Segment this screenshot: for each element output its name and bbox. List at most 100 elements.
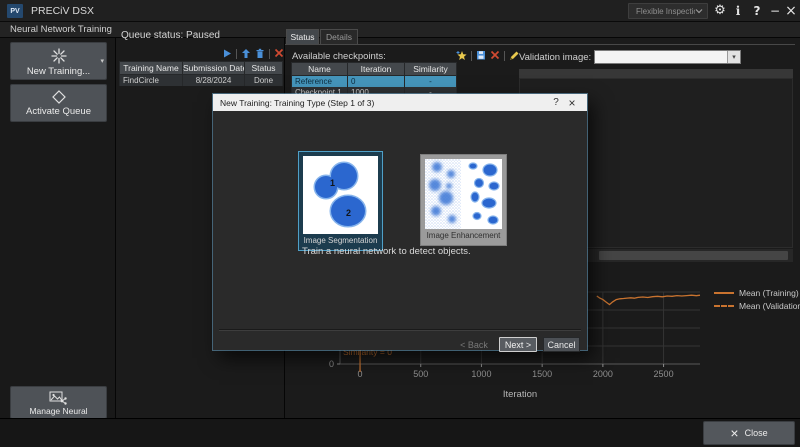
svg-text:500: 500 [413,369,428,379]
svg-text:1500: 1500 [532,369,552,379]
column-header: Similarity [405,63,457,76]
mode-select-value: Flexible Inspection [636,7,695,16]
validation-image-value [595,51,727,63]
chart-legend: Mean (Training) Mean (Validation) [714,286,800,312]
bottom-bar [0,418,800,447]
blob-label-2: 2 [346,208,351,218]
legend-item-training: Mean (Training) [714,286,800,299]
cancel-button[interactable]: Cancel [543,337,580,352]
queue-table: Training Name Submission Date Status Fin… [119,61,283,86]
dialog-help-button[interactable]: ? [548,97,564,108]
tab-details[interactable]: Details [320,29,358,44]
dialog-buttons: < Back Next > Cancel [455,337,580,352]
diamond-icon [52,90,66,104]
queue-status-label: Queue status: Paused [121,30,220,41]
manage-networks-icon [49,391,68,405]
svg-text:2000: 2000 [593,369,613,379]
info-icon[interactable]: i [731,0,745,22]
image-area-header [519,69,793,78]
column-header: Submission Date [183,62,245,75]
option-image-enhancement[interactable]: Image Enhancement [420,154,507,246]
toolbar-separator [269,49,270,59]
app-logo: PV [7,4,23,18]
checkpoint-save-icon[interactable] [476,50,486,61]
legend-item-validation: Mean (Validation) [714,299,800,312]
next-button[interactable]: Next > [499,337,537,352]
toolbar-separator [236,49,237,59]
back-button[interactable]: < Back [455,337,493,352]
queue-table-row[interactable]: FindCircle 8/28/2024 Done [120,75,283,86]
tab-details-label: Details [326,32,352,42]
close-button-label: Close [745,428,768,438]
checkpoint-table-header: Name Iteration Similarity [292,63,457,76]
column-header: Status [245,62,283,75]
new-training-spark-icon [50,48,68,64]
tab-status[interactable]: Status [286,29,319,44]
dialog-title: New Training: Training Type (Step 1 of 3… [220,98,548,108]
cell-submission-date: 8/28/2024 [183,75,245,86]
new-training-button[interactable]: New Training... ▾ [10,42,107,80]
checkpoint-delete-icon[interactable] [490,50,500,61]
toolbar-separator [504,51,505,61]
help-icon[interactable]: ? [749,0,765,22]
legend-dashed-line [714,305,734,307]
dialog-titlebar: New Training: Training Type (Step 1 of 3… [213,94,587,111]
svg-text:0: 0 [329,359,334,369]
manage-networks-button[interactable]: Manage Neural Networks... [10,386,107,419]
svg-text:2500: 2500 [654,369,674,379]
tab-status-label: Status [290,32,314,42]
window-close-button[interactable]: × [783,0,799,22]
validation-image-label: Validation image: [519,52,591,63]
close-button[interactable]: × Close [703,421,795,445]
window-label: Neural Network Training [10,22,112,38]
column-header: Name [292,63,348,76]
legend-solid-line [714,292,734,294]
settings-gear-icon[interactable]: ⚙ [711,0,729,22]
activate-queue-button[interactable]: Activate Queue [10,84,107,122]
queue-start-icon[interactable] [222,48,232,59]
checkpoint-row-reference[interactable]: Reference 0 - [292,76,457,87]
validation-image-select[interactable]: ▾ [594,50,741,64]
image-segmentation-preview: 1 2 [303,156,378,234]
cell-training-name: FindCircle [120,75,183,86]
window-label-strip [0,22,800,38]
new-training-dialog: New Training: Training Type (Step 1 of 3… [213,94,587,350]
minimize-button[interactable]: − [767,0,783,22]
dialog-description: Train a neural network to detect objects… [302,246,471,257]
legend-label: Mean (Validation) [739,301,800,311]
queue-toolbar [222,48,284,59]
toolbar-separator [471,51,472,61]
checkpoint-table: Name Iteration Similarity Reference 0 - … [291,62,457,98]
activate-queue-label: Activate Queue [26,106,91,117]
chevron-down-icon [695,8,703,14]
new-training-menu-arrow[interactable]: ▾ [100,57,104,65]
blob-label-1: 1 [330,178,335,188]
option-image-segmentation[interactable]: 1 2 Image Segmentation [298,151,383,251]
cell-status: Done [245,75,283,86]
available-checkpoints-label: Available checkpoints: [292,51,386,62]
app-title: PRECiV DSX [31,0,94,22]
dialog-close-button[interactable]: × [564,96,580,110]
column-header: Iteration [348,63,405,76]
svg-text:1000: 1000 [471,369,491,379]
combo-arrow-icon[interactable]: ▾ [727,51,740,63]
svg-text:Iteration: Iteration [503,389,537,400]
queue-delete-icon[interactable] [255,48,265,59]
checkpoint-toolbar [456,50,520,61]
mode-select-dropdown[interactable]: Flexible Inspection [628,3,708,19]
cell-similarity: - [405,76,457,87]
new-training-label: New Training... [27,66,90,77]
checkpoint-new-icon[interactable] [456,50,467,61]
image-scrollbar-thumb[interactable] [599,251,788,260]
close-x-icon: × [730,426,738,440]
cell-name: Reference [292,76,348,87]
queue-clear-icon[interactable] [274,48,284,59]
panel-top-border [285,44,795,45]
cell-iteration: 0 [348,76,405,87]
option-label: Image Enhancement [425,229,502,243]
dialog-separator [219,329,581,331]
image-enhancement-preview [425,159,502,229]
app-window: PV PRECiV DSX Flexible Inspection ⚙ i ? … [0,0,800,447]
legend-label: Mean (Training) [739,288,799,298]
queue-move-up-icon[interactable] [241,48,251,59]
